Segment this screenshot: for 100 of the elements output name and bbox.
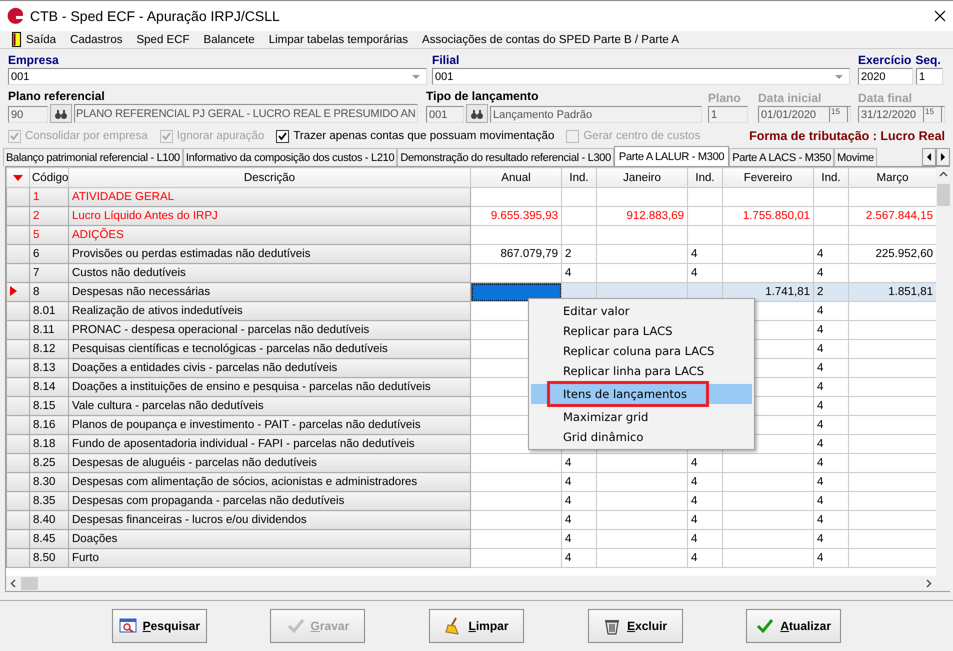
row-header[interactable] bbox=[6, 454, 30, 472]
lookup-button[interactable] bbox=[466, 104, 488, 123]
column-header[interactable]: Ind. bbox=[814, 168, 848, 188]
row-header[interactable] bbox=[6, 302, 30, 320]
tab[interactable]: Movime bbox=[834, 148, 877, 166]
row-header[interactable] bbox=[6, 340, 30, 358]
tab[interactable]: Balanço patrimonial referencial - L100 bbox=[3, 148, 183, 166]
menu-item[interactable]: Sped ECF bbox=[129, 34, 197, 46]
row-header[interactable] bbox=[6, 510, 30, 530]
tab[interactable]: Parte A LALUR - M300 bbox=[614, 146, 730, 166]
row-header[interactable] bbox=[6, 548, 30, 568]
row-header[interactable] bbox=[6, 472, 30, 492]
door-icon bbox=[12, 32, 21, 47]
table-cell: 1.755.850,01 bbox=[722, 206, 814, 226]
menu-item[interactable]: Limpar tabelas temporárias bbox=[262, 34, 416, 46]
table-cell: 4 bbox=[814, 510, 848, 530]
action-button[interactable]: Pesquisar bbox=[112, 609, 207, 643]
row-header[interactable] bbox=[6, 492, 30, 510]
menu-item[interactable]: Replicar linha para LACS bbox=[531, 361, 752, 381]
checkmark-icon bbox=[286, 617, 305, 635]
table-cell: 4 bbox=[814, 472, 848, 492]
year-field[interactable]: 2020 bbox=[858, 68, 913, 85]
row-header[interactable] bbox=[6, 226, 30, 244]
table-cell: Lucro Líquido Antes do IRPJ bbox=[68, 206, 470, 226]
table-cell: 4 bbox=[814, 416, 848, 434]
row-header[interactable] bbox=[6, 434, 30, 454]
menu-item[interactable]: Itens de lançamentos bbox=[531, 384, 752, 404]
menu-item[interactable]: Editar valor bbox=[531, 301, 752, 321]
tab[interactable]: Informativo da composição dos custos - L210 bbox=[182, 148, 398, 166]
table-cell: Doações a entidades civis - parcelas não dedutíveis bbox=[68, 358, 470, 378]
scroll-thumb[interactable] bbox=[21, 577, 38, 590]
row-header[interactable] bbox=[6, 188, 30, 206]
field-label: Exercício bbox=[858, 53, 912, 68]
column-header[interactable]: Código bbox=[30, 168, 68, 188]
table-cell: 4 bbox=[814, 492, 848, 510]
table-cell: 4 bbox=[814, 548, 848, 568]
close-icon bbox=[933, 9, 947, 23]
scroll-thumb[interactable] bbox=[937, 184, 950, 206]
trash-icon bbox=[603, 617, 622, 635]
tab[interactable]: Demonstração do resultado referencial - L300 bbox=[397, 148, 614, 166]
menu-item[interactable]: Replicar para LACS bbox=[531, 321, 752, 341]
row-header[interactable] bbox=[6, 320, 30, 340]
table-cell: Furto bbox=[68, 548, 470, 568]
menu-item[interactable]: Grid dinâmico bbox=[531, 427, 752, 447]
row-header[interactable] bbox=[6, 282, 30, 302]
menu-item[interactable]: Balancete bbox=[196, 34, 262, 46]
checkbox[interactable] bbox=[276, 130, 290, 142]
code-field[interactable]: 001 bbox=[426, 106, 464, 123]
row-header[interactable] bbox=[6, 396, 30, 416]
menu-item[interactable]: Associações de contas do SPED Parte B / Parte A bbox=[415, 34, 686, 46]
tab[interactable]: Parte A LACS - M350 bbox=[729, 148, 834, 166]
table-cell: 4 bbox=[688, 472, 722, 492]
table-cell: Custos não dedutíveis bbox=[68, 264, 470, 282]
description-field[interactable]: Lançamento Padrão bbox=[490, 106, 702, 123]
table-cell: 4 bbox=[814, 340, 848, 358]
table-cell: 8.45 bbox=[30, 530, 68, 548]
checkbox-label: Trazer apenas contas que possuam movimentação bbox=[293, 130, 554, 142]
menu-item[interactable]: Saída bbox=[5, 32, 64, 47]
table-cell: 4 bbox=[688, 454, 722, 472]
code-field[interactable]: 90 bbox=[8, 106, 48, 123]
column-header[interactable]: Ind. bbox=[562, 168, 596, 188]
table-cell: Vale cultura - parcelas não dedutíveis bbox=[68, 396, 470, 416]
column-header[interactable]: Janeiro bbox=[596, 168, 688, 188]
column-header[interactable]: Descrição bbox=[68, 168, 470, 188]
row-header[interactable] bbox=[6, 244, 30, 264]
action-button[interactable]: Limpar bbox=[428, 609, 524, 643]
lookup-button[interactable] bbox=[50, 104, 72, 123]
menu-item[interactable]: Cadastros bbox=[63, 34, 130, 46]
row-header[interactable] bbox=[6, 416, 30, 434]
column-header[interactable]: Ind. bbox=[688, 168, 722, 188]
menu-item[interactable]: Maximizar grid bbox=[531, 407, 752, 427]
table-cell: 4 bbox=[562, 510, 596, 530]
table-cell: Doações a instituições de ensino e pesquisa - parcelas não dedutíveis bbox=[68, 378, 470, 396]
scroll-left-button[interactable] bbox=[922, 148, 936, 166]
table-cell: Despesas financeiras - lucros e/ou dividendos bbox=[68, 510, 470, 530]
menu-item[interactable]: Replicar coluna para LACS bbox=[531, 341, 752, 361]
table-cell: Doações bbox=[68, 530, 470, 548]
column-header[interactable]: Fevereiro bbox=[722, 168, 814, 188]
table-cell: 4 bbox=[814, 434, 848, 454]
filial-dropdown[interactable]: 001 bbox=[432, 68, 850, 85]
table-cell: Planos de poupança e investimento - PAIT - parcelas não dedutíveis bbox=[68, 416, 470, 434]
action-button[interactable]: Excluir bbox=[588, 609, 683, 643]
left-arrow-icon bbox=[926, 153, 932, 161]
table-cell: 4 bbox=[688, 492, 722, 510]
sequence-field[interactable]: 1 bbox=[916, 68, 943, 85]
table-cell: 4 bbox=[688, 530, 722, 548]
empresa-dropdown[interactable]: 001 bbox=[8, 68, 427, 85]
description-field[interactable]: PLANO REFERENCIAL PJ GERAL - LUCRO REAL E PRESUMIDO AN bbox=[74, 104, 418, 123]
column-header[interactable]: Março bbox=[848, 168, 936, 188]
column-header[interactable]: Anual bbox=[470, 168, 562, 188]
scroll-right-button[interactable] bbox=[936, 148, 950, 166]
row-header[interactable] bbox=[6, 378, 30, 396]
table-cell: Despesas de aluguéis - parcelas não dedutíveis bbox=[68, 454, 470, 472]
horizontal-scrollbar[interactable] bbox=[6, 576, 936, 591]
row-header[interactable] bbox=[6, 264, 30, 282]
row-header[interactable] bbox=[6, 530, 30, 548]
row-header[interactable] bbox=[6, 358, 30, 378]
row-header[interactable] bbox=[6, 206, 30, 226]
table-cell: 1.851,81 bbox=[848, 282, 936, 302]
action-button[interactable]: Atualizar bbox=[746, 609, 842, 643]
